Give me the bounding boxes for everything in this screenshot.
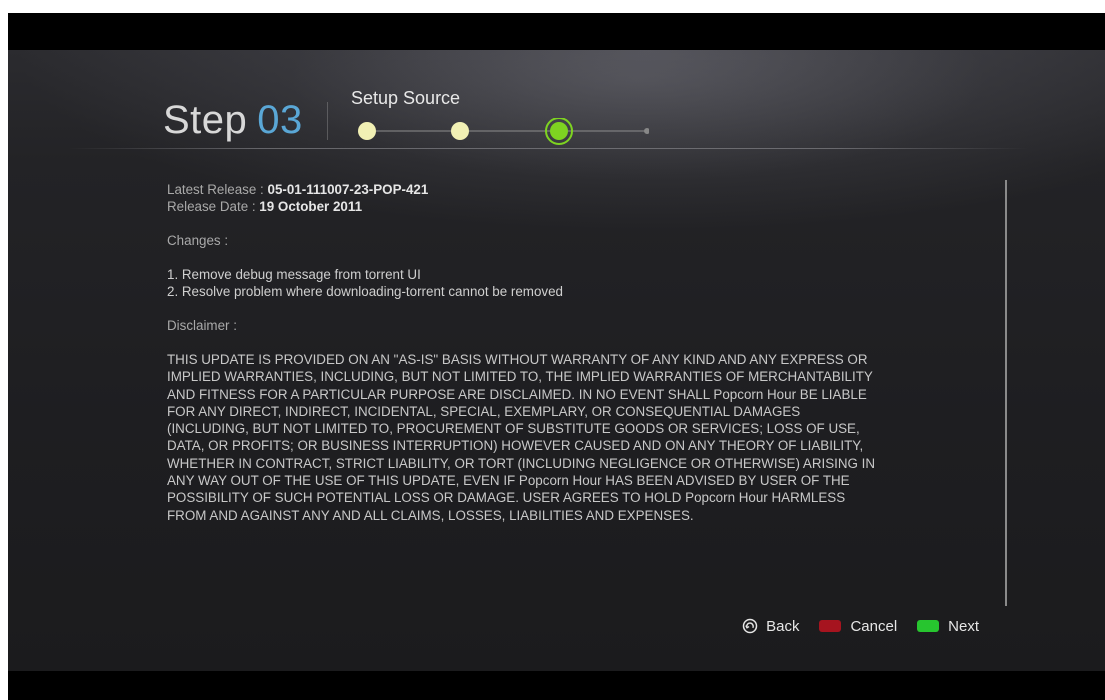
- header-divider: [68, 148, 1028, 149]
- changes-heading: Changes :: [167, 233, 229, 248]
- back-remote-icon: [742, 618, 758, 634]
- progress-step-1-done: [358, 122, 376, 140]
- progress-step-3-active: [550, 122, 568, 140]
- next-button[interactable]: Next: [917, 618, 979, 635]
- footer-actions: Back Cancel Next: [722, 615, 979, 637]
- setup-screen: Step 03 Setup Source Latest Release : 05-…: [8, 50, 1105, 671]
- progress-step-4-pending: [644, 128, 649, 134]
- disclaimer-line: DATA, OR PROFITS; OR BUSINESS INTERRUPTI…: [167, 438, 864, 454]
- red-key-icon: [819, 620, 842, 632]
- green-key-icon: [917, 620, 940, 632]
- step-progress: [349, 118, 649, 148]
- disclaimer-line: AND FITNESS FOR A PARTICULAR PURPOSE ARE…: [167, 386, 867, 402]
- step-title: Setup Source: [351, 88, 461, 108]
- disclaimer-line: IMPLIED WARRANTIES, INCLUDING, BUT NOT L…: [167, 369, 873, 385]
- disclaimer-line: ANY WAY OUT OF THE USE OF THIS UPDATE, E…: [167, 473, 850, 489]
- disclaimer-body: THIS UPDATE IS PROVIDED ON AN "AS-IS" BA…: [167, 351, 987, 524]
- disclaimer-line: (INCLUDING, BUT NOT LIMITED TO, PROCUREM…: [167, 421, 860, 437]
- release-date-line: Release Date : 19 October 2011: [167, 198, 987, 215]
- disclaimer-line: FROM AND AGAINST ANY AND ALL CLAIMS, LOS…: [167, 507, 694, 523]
- disclaimer-line: POSSIBILITY OF SUCH POTENTIAL LOSS OR DA…: [167, 490, 846, 506]
- back-button[interactable]: Back: [742, 618, 799, 635]
- scrollbar[interactable]: [1005, 180, 1007, 606]
- cancel-button[interactable]: Cancel: [819, 618, 897, 635]
- change-item: 2. Resolve problem where downloading-tor…: [167, 284, 563, 299]
- progress-step-2-done: [451, 122, 469, 140]
- latest-release-label: Latest Release :: [167, 182, 268, 197]
- disclaimer-line: WHETHER IN CONTRACT, STRICT LIABILITY, O…: [167, 455, 876, 471]
- disclaimer-line: THIS UPDATE IS PROVIDED ON AN "AS-IS" BA…: [167, 352, 868, 367]
- disclaimer-heading: Disclaimer :: [167, 318, 237, 333]
- release-notes: Latest Release : 05-01-111007-23-POP-421…: [167, 181, 987, 524]
- back-label: Back: [766, 617, 800, 635]
- release-date-value: 19 October 2011: [259, 199, 363, 214]
- latest-release-value: 05-01-111007-23-POP-421: [267, 182, 429, 197]
- next-label: Next: [948, 617, 979, 635]
- tv-frame: Step 03 Setup Source Latest Release : 05-…: [8, 13, 1105, 700]
- step-indicator: Step 03: [163, 96, 303, 144]
- step-word: Step: [163, 98, 248, 142]
- step-divider: [327, 102, 328, 140]
- change-item: 1. Remove debug message from torrent UI: [167, 267, 421, 282]
- cancel-label: Cancel: [850, 617, 898, 635]
- step-number: 03: [257, 98, 303, 142]
- disclaimer-line: FOR ANY DIRECT, INDIRECT, INCIDENTAL, SP…: [167, 403, 801, 419]
- latest-release-line: Latest Release : 05-01-111007-23-POP-421: [167, 181, 987, 198]
- changes-list: 1. Remove debug message from torrent UI …: [167, 266, 987, 300]
- release-date-label: Release Date :: [167, 199, 260, 214]
